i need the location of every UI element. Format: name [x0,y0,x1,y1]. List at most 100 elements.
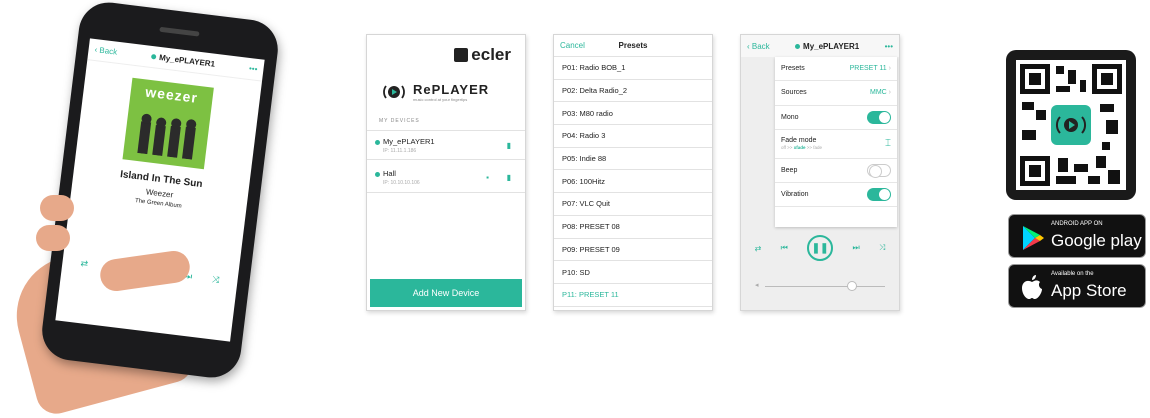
google-play-badge[interactable]: ANDROID APP ON Google play [1008,214,1146,258]
fade-mode-options: off >> xfade >> fade [781,145,822,150]
status-dot [375,139,380,145]
device-row[interactable]: Hall IP: 10.10.10.106 ▪ ▮ [367,163,525,193]
repeat-icon[interactable]: ⤨ [879,243,885,253]
settings-header: ‹ Back My_ePLAYER1 ••• [741,35,899,57]
presets-value: PRESET 11 › [850,65,891,72]
presets-value-text: PRESET 11 [849,65,887,73]
qr-code-pattern [1016,60,1126,190]
preset-item[interactable]: P04: Radio 3 [554,125,712,148]
ecler-logo-text: ecler [471,45,511,64]
edit-icon[interactable]: ▪ [486,173,489,182]
google-play-text: Google play [1051,231,1142,250]
sources-label: Sources [781,89,807,97]
trash-icon[interactable]: ▮ [507,173,511,182]
app-store-text: App Store [1051,281,1127,300]
shuffle-icon[interactable]: ⇄ [755,244,762,253]
settings-screen: ‹ Back My_ePLAYER1 ••• Presets PRESET 11… [740,34,900,311]
chevron-right-icon: › [888,65,891,73]
fade-option-active: xfade [793,145,806,151]
more-menu-icon[interactable]: ••• [249,64,258,74]
sources-row[interactable]: Sources MMC › [775,81,897,106]
repeat-icon[interactable]: ⤨ [212,274,220,286]
phone-screen: ‹ Back My_ePLAYER1 ••• weezer Island In … [55,38,265,342]
device-row[interactable]: My_ePLAYER1 IP: 11.11.1.186 ▮ [367,130,525,160]
presets-header: Cancel Presets [554,35,712,57]
vibration-label: Vibration [781,191,809,199]
phone-speaker [159,26,200,37]
back-label: Back [98,45,118,57]
app-tagline: music control at your fingertips [413,97,468,102]
cancel-button[interactable]: Cancel [560,41,585,50]
pause-button[interactable]: ❚❚ [807,235,834,261]
qr-code [1006,50,1136,200]
settings-panel: Presets PRESET 11 › Sources MMC › Mono F… [775,57,897,227]
player-controls: ⇄ ⏮ ❚❚ ⏭ ⤨ [741,235,899,261]
band-photo [137,113,197,160]
status-dot [795,43,801,49]
apple-icon [1022,275,1042,299]
device-title-text: My_ePLAYER1 [803,41,860,51]
volume-track [765,286,885,287]
fade-mode-label-text: Fade mode [781,137,817,145]
volume-slider[interactable]: ◂ [755,281,885,291]
presets-row[interactable]: Presets PRESET 11 › [775,57,897,82]
shuffle-icon[interactable]: ⇄ [80,257,89,269]
ecler-logo: ecler [454,45,511,65]
broadcast-play-icon [381,79,407,105]
hand-finger [36,225,70,251]
next-icon[interactable]: ⏭ [852,243,859,253]
sources-value: MMC › [870,89,891,96]
app-store-badge[interactable]: Available on the App Store [1008,264,1146,308]
device-ip: IP: 11.11.1.186 [383,148,417,154]
add-device-button[interactable]: Add New Device [370,279,522,307]
volume-icon: ◂ [755,282,759,289]
back-button[interactable]: ‹ Back [94,45,118,57]
app-name: RePLAYER [413,82,490,97]
fade-mode-label: Fade mode off >> xfade >> fade [781,137,822,150]
devices-screen: ecler RePLAYER music control at your fin… [366,34,526,311]
more-menu-icon[interactable]: ••• [885,42,893,51]
preset-item[interactable]: P01: Radio BOB_1 [554,57,712,80]
preset-item[interactable]: P03: M80 radio [554,102,712,126]
device-name-text: Hall [383,169,396,178]
presets-screen: Cancel Presets P01: Radio BOB_1 P02: Del… [553,34,713,311]
replayer-logo: RePLAYER music control at your fingertip… [381,79,489,105]
presets-label: Presets [781,65,805,73]
presets-list: P01: Radio BOB_1 P02: Delta Radio_2 P03:… [554,57,712,307]
hand-holding-phone: ‹ Back My_ePLAYER1 ••• weezer Island In … [0,0,282,418]
preset-item[interactable]: P08: PRESET 08 [554,216,712,239]
google-play-small-text: ANDROID APP ON [1051,221,1103,227]
back-label: Back [751,41,770,51]
device-title-text: My_ePLAYER1 [158,52,216,69]
preset-item[interactable]: P10: SD [554,261,712,284]
device-title: My_ePLAYER1 [795,42,859,51]
device-title: My_ePLAYER1 [150,52,216,69]
back-button[interactable]: ‹ Back [747,42,770,51]
vibration-row: Vibration [775,183,897,208]
preset-item[interactable]: P06: 100Hitz [554,170,712,194]
device-name-text: My_ePLAYER1 [383,137,435,146]
beep-toggle[interactable] [867,164,891,179]
vibration-toggle[interactable] [867,188,891,202]
preset-item[interactable]: P09: PRESET 09 [554,239,712,262]
status-dot [375,171,380,177]
phone-device: ‹ Back My_ePLAYER1 ••• weezer Island In … [38,0,282,381]
preset-item[interactable]: P02: Delta Radio_2 [554,80,712,103]
preset-item[interactable]: P07: VLC Quit [554,193,712,216]
hand-finger [40,195,74,221]
volume-knob[interactable] [847,281,857,291]
ecler-logo-mark [454,48,469,62]
fade-mode-row[interactable]: Fade mode off >> xfade >> fade ⌶ [775,130,897,159]
crossfade-icon[interactable]: ⌶ [885,138,891,149]
beep-label: Beep [781,167,798,175]
preset-item[interactable]: P11: PRESET 11 [554,284,712,307]
mono-label: Mono [781,113,799,121]
mono-toggle[interactable] [867,110,891,124]
device-ip: IP: 10.10.10.106 [383,180,420,186]
device-name: Hall [375,169,517,178]
previous-icon[interactable]: ⏮ [781,243,788,253]
preset-item[interactable]: P05: Indie 88 [554,148,712,171]
beep-row: Beep [775,159,897,184]
fade-option-fade: >> fade [805,145,822,151]
trash-icon[interactable]: ▮ [507,141,511,150]
